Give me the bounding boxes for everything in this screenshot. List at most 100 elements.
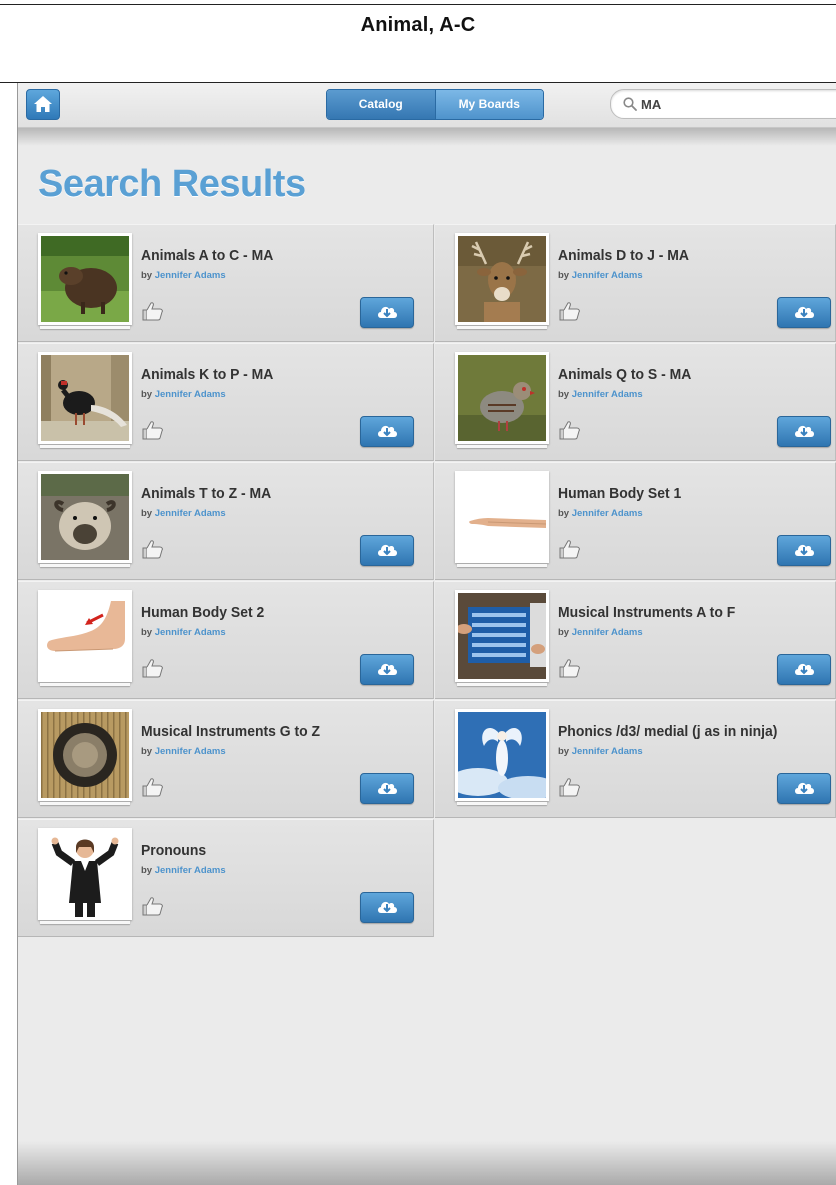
cloud-download-icon — [795, 306, 814, 318]
result-card-pronouns[interactable]: Pronouns by Jennifer Adams — [18, 819, 434, 937]
download-button[interactable] — [360, 535, 414, 566]
author-link[interactable]: Jennifer Adams — [572, 627, 643, 638]
download-button[interactable] — [360, 892, 414, 923]
search-icon — [623, 97, 637, 111]
foot-photo — [41, 593, 129, 679]
board-thumbnail[interactable] — [455, 352, 549, 448]
angel-photo — [458, 712, 546, 798]
author-link[interactable]: Jennifer Adams — [155, 627, 226, 638]
board-thumbnail[interactable] — [38, 828, 132, 924]
thumbs-up-icon[interactable] — [558, 420, 582, 440]
board-title[interactable]: Pronouns — [141, 842, 206, 859]
home-button[interactable] — [26, 89, 60, 120]
result-card-animals-q-to-s[interactable]: Animals Q to S - MA by Jennifer Adams — [435, 343, 836, 461]
board-thumbnail[interactable] — [455, 590, 549, 686]
board-thumbnail[interactable] — [455, 471, 549, 567]
board-thumbnail[interactable] — [455, 709, 549, 805]
author-link[interactable]: Jennifer Adams — [155, 865, 226, 876]
deer-photo — [458, 236, 546, 322]
page-title: Search Results — [38, 163, 306, 205]
board-byline: by Jennifer Adams — [558, 627, 643, 638]
download-button[interactable] — [360, 773, 414, 804]
author-link[interactable]: Jennifer Adams — [155, 508, 226, 519]
result-card-human-body-set-1[interactable]: Human Body Set 1 by Jennifer Adams — [435, 462, 836, 580]
tab-my-boards[interactable]: My Boards — [435, 90, 543, 119]
board-byline: by Jennifer Adams — [141, 508, 226, 519]
board-thumbnail[interactable] — [455, 233, 549, 329]
thumbs-up-icon[interactable] — [141, 777, 165, 797]
result-card-animals-k-to-p[interactable]: Animals K to P - MA by Jennifer Adams — [18, 343, 434, 461]
search-input[interactable] — [641, 94, 831, 114]
document-title: Animal, A-C — [360, 14, 476, 36]
thumbs-up-icon[interactable] — [558, 301, 582, 321]
board-title[interactable]: Animals T to Z - MA — [141, 485, 271, 502]
board-title[interactable]: Musical Instruments G to Z — [141, 723, 320, 740]
download-button[interactable] — [777, 297, 831, 328]
result-card-musical-instruments-a-to-f[interactable]: Musical Instruments A to F by Jennifer A… — [435, 581, 836, 699]
thumbs-up-icon[interactable] — [558, 658, 582, 678]
board-thumbnail[interactable] — [38, 709, 132, 805]
result-card-musical-instruments-g-to-z[interactable]: Musical Instruments G to Z by Jennifer A… — [18, 700, 434, 818]
result-card-animals-a-to-c[interactable]: Animals A to C - MA by Jennifer Adams — [18, 224, 434, 342]
arm-photo — [458, 474, 546, 560]
cloud-download-icon — [378, 544, 397, 556]
result-card-animals-d-to-j[interactable]: Animals D to J - MA by Jennifer Adams — [435, 224, 836, 342]
result-card-phonics-d3-medial[interactable]: Phonics /d3/ medial (j as in ninja) by J… — [435, 700, 836, 818]
byline-label: by — [141, 627, 153, 638]
thumbs-up-icon[interactable] — [141, 420, 165, 440]
board-title[interactable]: Animals D to J - MA — [558, 247, 689, 264]
tab-catalog[interactable]: Catalog — [327, 90, 436, 119]
board-title[interactable]: Animals Q to S - MA — [558, 366, 691, 383]
byline-label: by — [558, 627, 570, 638]
download-button[interactable] — [777, 416, 831, 447]
result-card-animals-t-to-z[interactable]: Animals T to Z - MA by Jennifer Adams — [18, 462, 434, 580]
byline-label: by — [558, 389, 570, 400]
download-button[interactable] — [360, 654, 414, 685]
author-link[interactable]: Jennifer Adams — [155, 270, 226, 281]
byline-label: by — [558, 746, 570, 757]
cloud-download-icon — [378, 782, 397, 794]
download-button[interactable] — [777, 535, 831, 566]
thumbs-up-icon[interactable] — [141, 896, 165, 916]
download-button[interactable] — [777, 654, 831, 685]
author-link[interactable]: Jennifer Adams — [572, 389, 643, 400]
result-card-human-body-set-2[interactable]: Human Body Set 2 by Jennifer Adams — [18, 581, 434, 699]
author-link[interactable]: Jennifer Adams — [572, 746, 643, 757]
cloud-download-icon — [795, 544, 814, 556]
home-icon — [34, 96, 52, 112]
board-byline: by Jennifer Adams — [141, 270, 226, 281]
author-link[interactable]: Jennifer Adams — [155, 746, 226, 757]
download-button[interactable] — [360, 297, 414, 328]
board-byline: by Jennifer Adams — [558, 746, 643, 757]
board-title[interactable]: Human Body Set 1 — [558, 485, 681, 502]
board-byline: by Jennifer Adams — [558, 389, 643, 400]
board-title[interactable]: Musical Instruments A to F — [558, 604, 735, 621]
board-thumbnail[interactable] — [38, 590, 132, 686]
search-box[interactable] — [610, 89, 836, 119]
byline-label: by — [141, 865, 153, 876]
author-link[interactable]: Jennifer Adams — [155, 389, 226, 400]
download-button[interactable] — [777, 773, 831, 804]
download-button[interactable] — [360, 416, 414, 447]
top-toolbar: Catalog My Boards — [18, 83, 836, 128]
woman-pointing-photo — [41, 831, 129, 917]
thumbs-up-icon[interactable] — [141, 301, 165, 321]
board-byline: by Jennifer Adams — [141, 865, 226, 876]
thumbs-up-icon[interactable] — [558, 539, 582, 559]
author-link[interactable]: Jennifer Adams — [572, 508, 643, 519]
board-title[interactable]: Animals A to C - MA — [141, 247, 273, 264]
board-title[interactable]: Human Body Set 2 — [141, 604, 264, 621]
document-top-rule — [0, 4, 836, 5]
board-title[interactable]: Phonics /d3/ medial (j as in ninja) — [558, 723, 777, 740]
board-title[interactable]: Animals K to P - MA — [141, 366, 273, 383]
byline-label: by — [141, 746, 153, 757]
byline-label: by — [141, 508, 153, 519]
thumbs-up-icon[interactable] — [141, 539, 165, 559]
board-thumbnail[interactable] — [38, 352, 132, 448]
board-thumbnail[interactable] — [38, 233, 132, 329]
board-thumbnail[interactable] — [38, 471, 132, 567]
thumbs-up-icon[interactable] — [141, 658, 165, 678]
view-switcher: Catalog My Boards — [326, 89, 544, 120]
author-link[interactable]: Jennifer Adams — [572, 270, 643, 281]
thumbs-up-icon[interactable] — [558, 777, 582, 797]
